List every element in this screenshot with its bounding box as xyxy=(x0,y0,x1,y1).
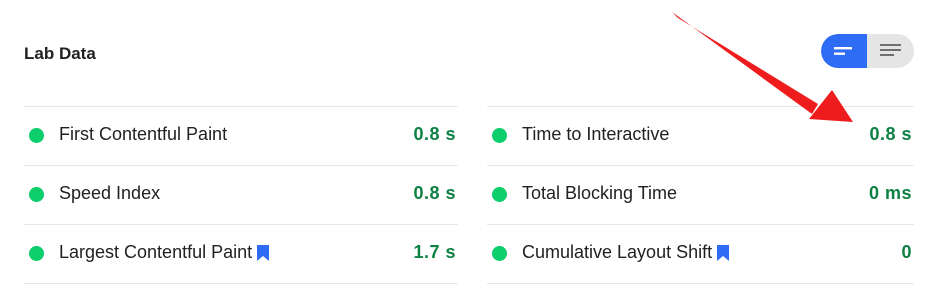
metrics-column-right: Time to Interactive 0.8 s Total Blocking… xyxy=(487,106,914,284)
bookmark-icon xyxy=(257,244,270,261)
detail-view-icon xyxy=(880,44,901,56)
metric-row: First Contentful Paint 0.8 s xyxy=(24,106,458,165)
metric-value: 0 ms xyxy=(868,183,912,203)
metric-label: First Contentful Paint xyxy=(59,124,228,144)
section-title: Lab Data xyxy=(24,44,96,63)
bookmark-icon xyxy=(717,244,730,261)
metric-row: Largest Contentful Paint 1.7 s xyxy=(24,224,458,284)
metric-label: Total Blocking Time xyxy=(522,183,678,203)
pass-status-icon xyxy=(29,128,44,143)
metrics-column-left: First Contentful Paint 0.8 s Speed Index… xyxy=(24,106,458,284)
metric-label: Largest Contentful Paint xyxy=(59,242,270,263)
metric-row: Time to Interactive 0.8 s xyxy=(487,106,914,165)
summary-view-icon xyxy=(834,47,852,55)
summary-view-button[interactable] xyxy=(821,34,867,68)
metric-value: 0 xyxy=(901,242,912,262)
metric-value: 0.8 s xyxy=(869,124,912,144)
pass-status-icon xyxy=(29,187,44,202)
metric-row: Cumulative Layout Shift 0 xyxy=(487,224,914,284)
metric-value: 0.8 s xyxy=(413,183,456,203)
metric-row: Speed Index 0.8 s xyxy=(24,165,458,224)
metric-label: Speed Index xyxy=(59,183,161,203)
pass-status-icon xyxy=(492,246,507,261)
metric-label: Time to Interactive xyxy=(522,124,670,144)
metric-row: Total Blocking Time 0 ms xyxy=(487,165,914,224)
pass-status-icon xyxy=(29,246,44,261)
metric-value: 1.7 s xyxy=(413,242,456,262)
metric-label: Cumulative Layout Shift xyxy=(522,242,730,263)
detail-view-button[interactable] xyxy=(868,34,914,68)
metric-value: 0.8 s xyxy=(413,124,456,144)
pass-status-icon xyxy=(492,128,507,143)
pass-status-icon xyxy=(492,187,507,202)
view-toggle[interactable] xyxy=(821,34,914,68)
